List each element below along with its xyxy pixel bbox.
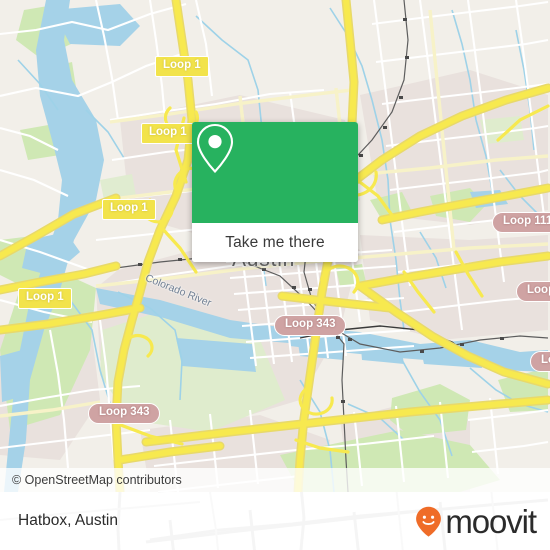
map-canvas[interactable]: Loop 1 Loop 1 Loop 1 Loop 1 Loop 111 Loo… <box>0 0 550 492</box>
moovit-smiley-pin-icon <box>416 506 442 537</box>
moovit-wordmark: moovit <box>445 502 537 540</box>
popup-icon-area <box>192 122 358 223</box>
footer-bar: Hatbox, Austin moovit <box>0 492 550 550</box>
place-callout-popup[interactable]: Take me there <box>192 122 358 262</box>
road-shield-loop1-north: Loop 1 <box>155 56 209 77</box>
moovit-logo[interactable]: moovit <box>415 502 537 540</box>
take-me-there-button[interactable]: Take me there <box>192 223 358 262</box>
road-shield-loop111: Loop 111 <box>492 212 550 233</box>
road-shield-loop343-southwest: Loop 343 <box>88 403 161 424</box>
road-shield-loop1-lower: Loop 1 <box>102 199 156 220</box>
map-pin-icon <box>196 123 234 174</box>
osm-attribution-bar: © OpenStreetMap contributors <box>0 468 550 492</box>
road-shield-loop-bottom-right: Lo <box>530 351 550 372</box>
road-shield-loop1-west: Loop 1 <box>18 288 72 309</box>
road-shield-loop1-mid: Loop 1 <box>141 123 195 144</box>
road-shield-loop-right: Loop <box>516 281 550 302</box>
attribution-text: © OpenStreetMap contributors <box>12 473 182 487</box>
moovit-place-map-screenshot: Loop 1 Loop 1 Loop 1 Loop 1 Loop 111 Loo… <box>0 0 550 550</box>
footer-content: Hatbox, Austin moovit <box>0 492 550 550</box>
place-title: Hatbox, Austin <box>18 512 118 529</box>
road-shield-loop343-downtown: Loop 343 <box>274 315 347 336</box>
